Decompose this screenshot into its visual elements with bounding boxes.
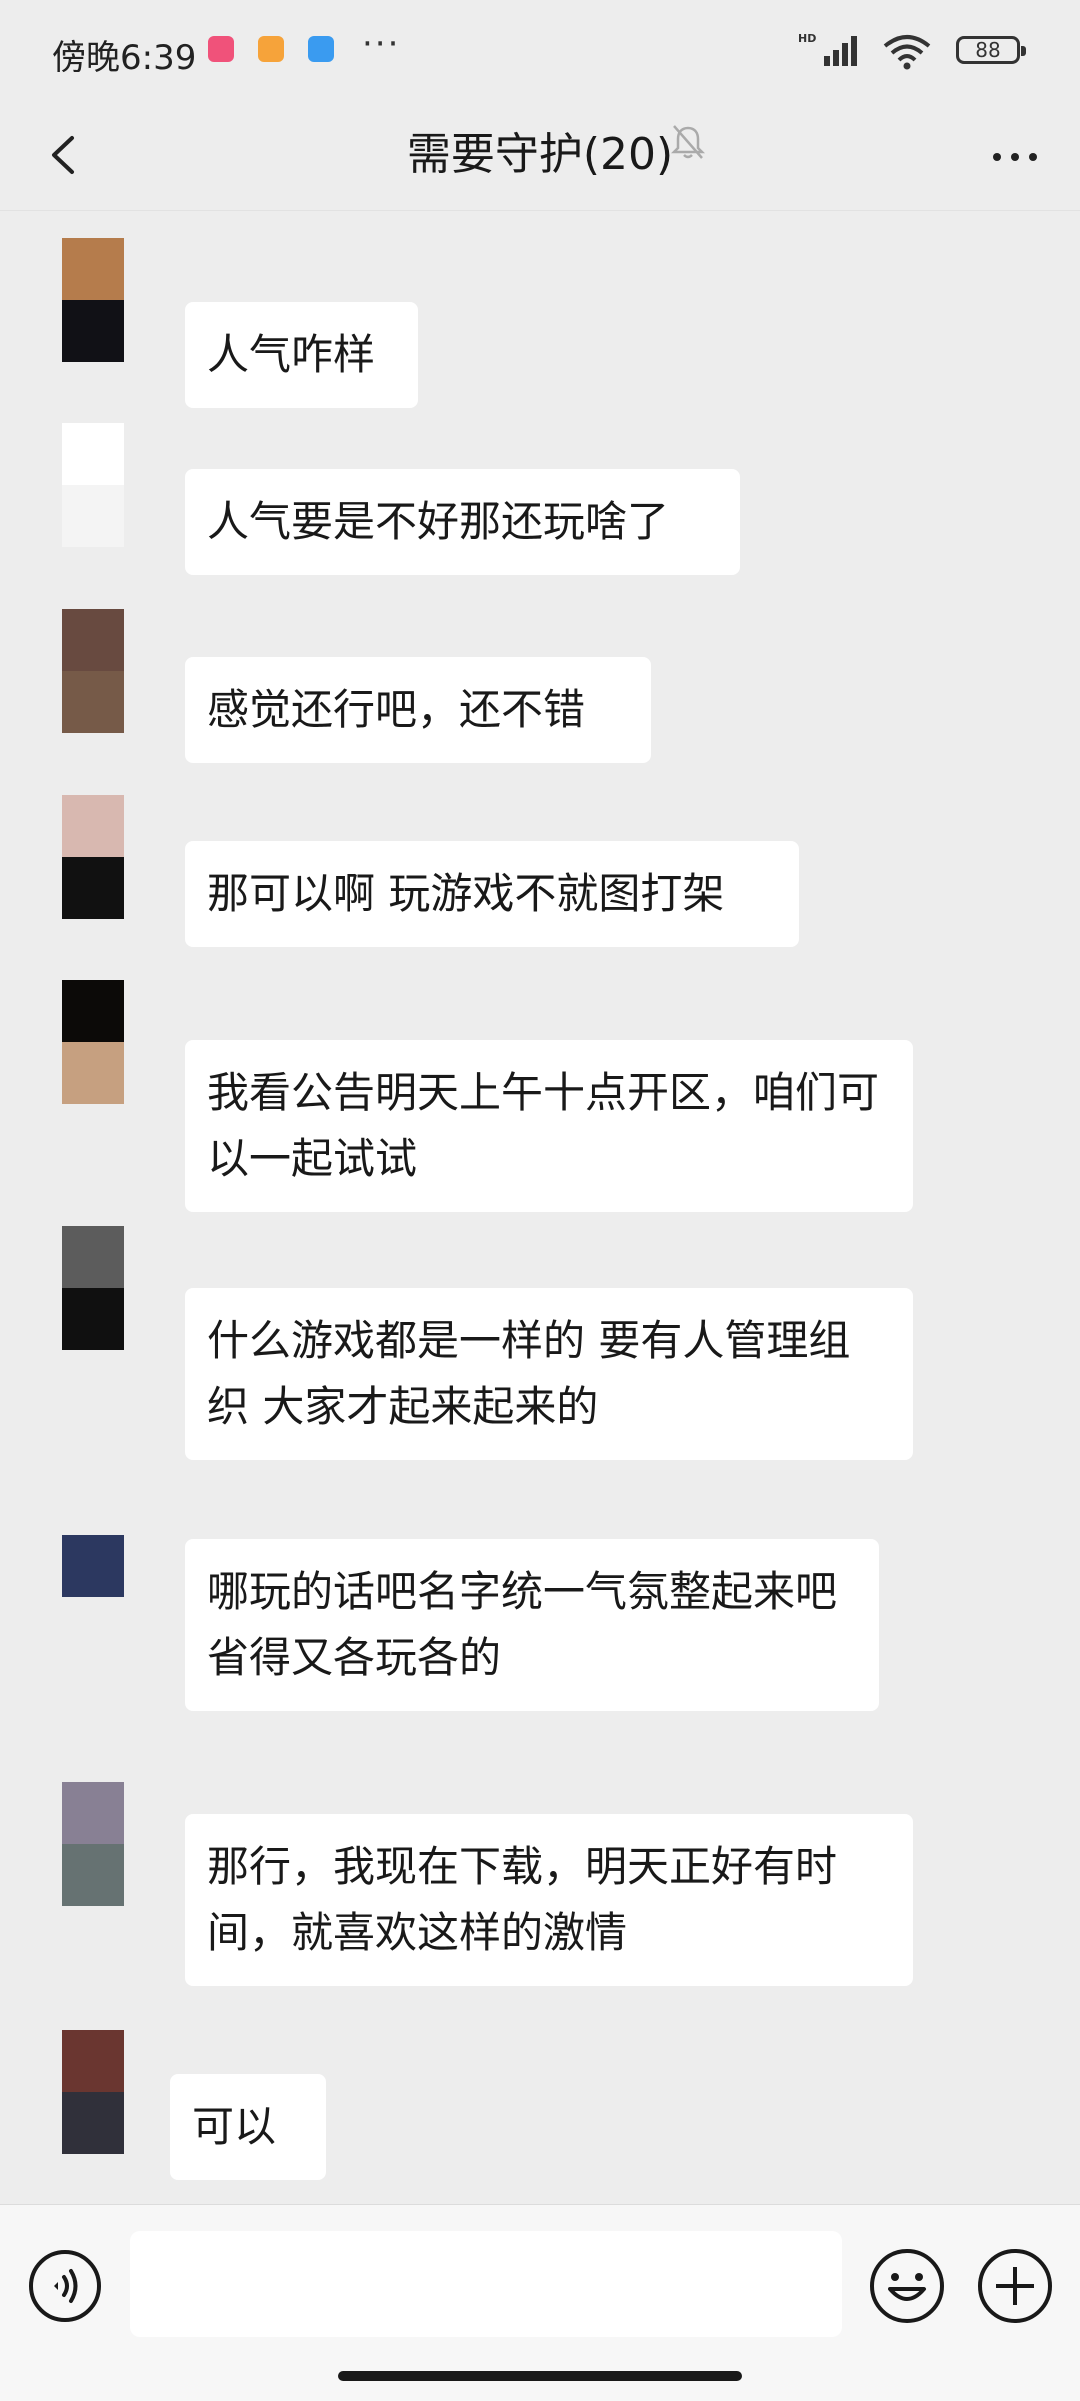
avatar[interactable] <box>62 238 124 362</box>
status-icons: HD 88 <box>740 30 1040 70</box>
add-button[interactable] <box>976 2247 1054 2325</box>
avatar[interactable] <box>62 795 124 919</box>
notification-app-icon <box>208 36 234 62</box>
notification-app-icon <box>308 36 334 62</box>
message-bubble[interactable]: 人气要是不好那还玩啥了 <box>185 469 740 575</box>
chat-header: 需要守护(20) <box>0 100 1080 211</box>
svg-text:HD: HD <box>798 32 816 45</box>
message-bubble[interactable]: 可以 <box>170 2074 326 2180</box>
avatar[interactable] <box>62 1782 124 1906</box>
message-bubble[interactable]: 那可以啊 玩游戏不就图打架 <box>185 841 799 947</box>
message-bubble[interactable]: 感觉还行吧，还不错 <box>185 657 651 763</box>
message-input[interactable] <box>130 2231 842 2337</box>
avatar[interactable] <box>62 2030 124 2154</box>
voice-input-button[interactable] <box>28 2249 102 2323</box>
home-indicator[interactable] <box>338 2371 742 2381</box>
more-options-button[interactable] <box>980 122 1050 192</box>
message-bubble[interactable]: 哪玩的话吧名字统一气氛整起来吧 省得又各玩各的 <box>185 1539 879 1711</box>
avatar[interactable] <box>62 1535 124 1659</box>
chat-title: 需要守护(20) <box>406 129 674 180</box>
more-notifications-icon: ··· <box>362 24 401 64</box>
message-list[interactable]: 人气咋样 人气要是不好那还玩啥了 感觉还行吧，还不错 那可以啊 玩游戏不就图打架… <box>0 212 1080 2204</box>
avatar[interactable] <box>62 980 124 1104</box>
mute-bell-icon <box>670 125 706 159</box>
message-bubble[interactable]: 那行，我现在下载，明天正好有时间，就喜欢这样的激情 <box>185 1814 913 1986</box>
avatar[interactable] <box>62 1226 124 1350</box>
avatar[interactable] <box>62 423 124 547</box>
avatar[interactable] <box>62 609 124 733</box>
notification-app-icon <box>258 36 284 62</box>
battery-indicator: 88 <box>956 36 1026 64</box>
message-bubble[interactable]: 什么游戏都是一样的 要有人管理组织 大家才起来起来的 <box>185 1288 913 1460</box>
message-bubble[interactable]: 我看公告明天上午十点开区，咱们可以一起试试 <box>185 1040 913 1212</box>
signal-icon: HD <box>798 32 857 66</box>
message-bubble[interactable]: 人气咋样 <box>185 302 418 408</box>
emoji-button[interactable] <box>868 2247 946 2325</box>
status-time: 傍晚6:39 <box>52 38 197 78</box>
wifi-icon <box>883 35 931 70</box>
status-bar: 傍晚6:39 ··· HD 88 <box>0 0 1080 100</box>
